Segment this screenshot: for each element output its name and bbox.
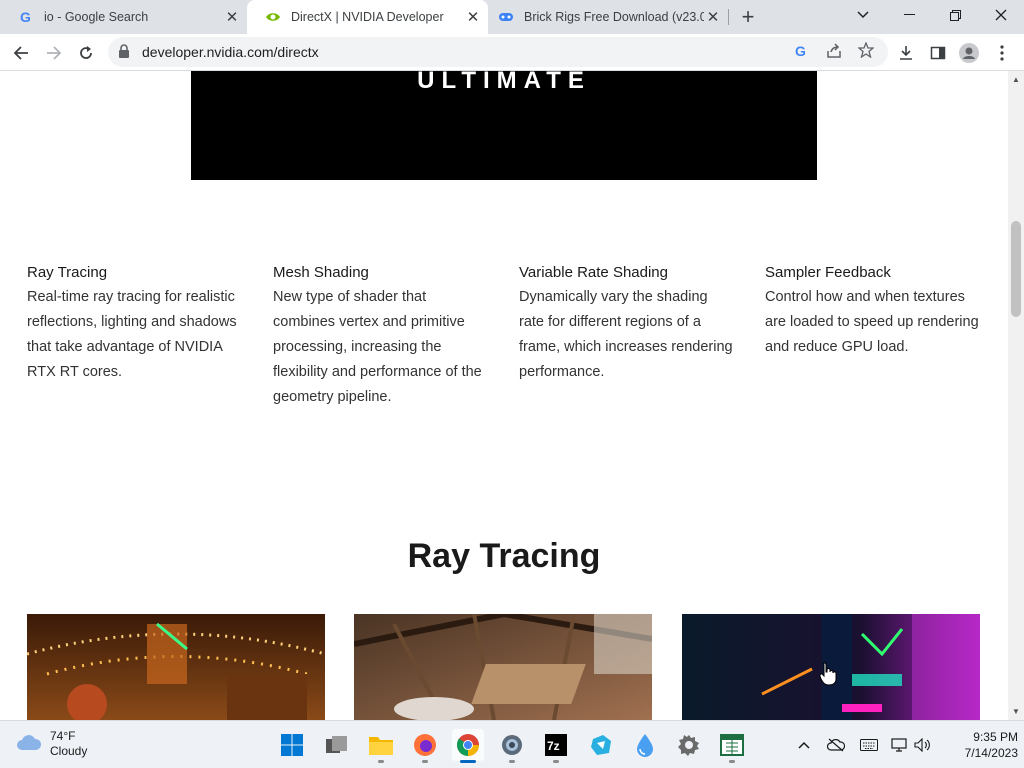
web-page: ULTIMATE Ray Tracing Real-time ray traci…: [0, 71, 1008, 720]
reload-icon[interactable]: [73, 40, 99, 66]
lock-icon: [118, 44, 130, 63]
chevron-up-icon[interactable]: [794, 735, 814, 755]
feature-title: Ray Tracing: [27, 264, 108, 281]
forward-arrow-icon[interactable]: [41, 40, 67, 66]
side-panel-icon[interactable]: [925, 40, 951, 66]
tab-brick-rigs[interactable]: Brick Rigs Free Download (v23.0 ✕: [488, 0, 728, 34]
scroll-up-arrow-icon[interactable]: ▲: [1012, 75, 1020, 84]
feature-description: Dynamically vary the shading rate for di…: [519, 289, 733, 380]
feature-title: Mesh Shading: [273, 264, 369, 281]
droplet-icon[interactable]: [629, 729, 661, 761]
download-icon[interactable]: [893, 40, 919, 66]
hero-text: ULTIMATE: [417, 71, 591, 94]
app-icon[interactable]: [585, 729, 617, 761]
feature-variable-rate-shading: Variable Rate Shading Dynamically vary t…: [519, 264, 734, 385]
svg-text:G: G: [20, 9, 31, 25]
feature-description: New type of shader that combines vertex …: [273, 289, 482, 405]
new-tab-plus-icon[interactable]: +: [736, 4, 760, 29]
cloud-sync-icon[interactable]: [826, 735, 846, 755]
tab-search-chevron-icon[interactable]: [840, 0, 886, 30]
google-g-icon[interactable]: G: [794, 43, 810, 64]
tab-strip: G io - Google Search ✕ DirectX | NVIDIA …: [0, 0, 1024, 34]
hand-cursor-icon: [819, 662, 837, 691]
tab-title: DirectX | NVIDIA Developer: [291, 10, 444, 24]
scroll-down-arrow-icon[interactable]: ▼: [1012, 707, 1020, 716]
menu-dots-icon[interactable]: [989, 40, 1015, 66]
nvidia-icon: [265, 9, 281, 25]
close-window-icon[interactable]: [978, 0, 1024, 30]
svg-text:G: G: [795, 43, 806, 59]
close-icon[interactable]: ✕: [223, 8, 241, 26]
google-g-icon: G: [18, 9, 34, 25]
browser-toolbar: developer.nvidia.com/directx G: [0, 34, 1024, 71]
tab-google-search[interactable]: G io - Google Search ✕: [0, 0, 247, 34]
svg-text:7z: 7z: [547, 739, 560, 753]
page-scrollbar[interactable]: ▲ ▼: [1008, 71, 1024, 720]
system-clock[interactable]: 9:35 PM 7/14/2023: [938, 729, 1018, 761]
spreadsheet-icon[interactable]: [716, 729, 748, 763]
weather-condition: Cloudy: [50, 744, 88, 758]
profile-avatar-icon[interactable]: [956, 40, 982, 66]
close-icon[interactable]: ✕: [704, 8, 722, 26]
weather-widget[interactable]: 74°F Cloudy: [16, 729, 87, 759]
feature-title: Variable Rate Shading: [519, 264, 668, 281]
feature-description: Control how and when textures are loaded…: [765, 289, 979, 355]
chrome-icon[interactable]: [452, 729, 484, 763]
feature-mesh-shading: Mesh Shading New type of shader that com…: [273, 264, 488, 410]
keyboard-icon[interactable]: [859, 735, 879, 755]
feature-ray-tracing: Ray Tracing Real-time ray tracing for re…: [27, 264, 242, 385]
carousel-scene-image[interactable]: [27, 614, 325, 720]
hero-banner: ULTIMATE: [191, 71, 817, 180]
feature-title: Sampler Feedback: [765, 264, 891, 281]
share-icon[interactable]: [826, 43, 842, 64]
feature-sampler-feedback: Sampler Feedback Control how and when te…: [765, 264, 980, 360]
close-icon[interactable]: ✕: [464, 8, 482, 26]
tab-directx[interactable]: DirectX | NVIDIA Developer ✕: [247, 0, 488, 34]
clock-time: 9:35 PM: [973, 730, 1018, 744]
settings-icon[interactable]: [673, 729, 705, 761]
scrollbar-thumb[interactable]: [1011, 221, 1021, 317]
settings-gear-icon[interactable]: [496, 729, 528, 763]
url-text: developer.nvidia.com/directx: [142, 44, 319, 60]
cloud-icon: [16, 733, 42, 756]
tab-title: io - Google Search: [44, 10, 149, 24]
back-arrow-icon[interactable]: [8, 40, 34, 66]
section-title: Ray Tracing: [407, 537, 601, 575]
gamepad-icon: [498, 9, 514, 25]
tab-separator: [728, 9, 729, 25]
windows-start-icon[interactable]: [276, 729, 308, 761]
volume-icon[interactable]: [913, 735, 933, 755]
file-explorer-icon[interactable]: [365, 729, 397, 763]
7zip-icon[interactable]: 7z: [540, 729, 572, 763]
weather-temperature: 74°F: [50, 729, 76, 743]
feature-description: Real-time ray tracing for realistic refl…: [27, 289, 237, 380]
tab-title: Brick Rigs Free Download (v23.0: [524, 10, 704, 24]
network-icon[interactable]: [890, 735, 910, 755]
taskbar: 74°F Cloudy 7z 9:35 PM 7/14/2023: [0, 720, 1024, 768]
minimize-icon[interactable]: [886, 0, 932, 30]
attic-scene-image[interactable]: [354, 614, 652, 720]
address-bar[interactable]: developer.nvidia.com/directx G: [108, 37, 888, 67]
clock-date: 7/14/2023: [964, 746, 1018, 760]
restore-icon[interactable]: [932, 0, 978, 30]
firefox-icon[interactable]: [409, 729, 441, 763]
task-view-icon[interactable]: [321, 729, 353, 761]
bookmark-star-icon[interactable]: [857, 41, 875, 63]
